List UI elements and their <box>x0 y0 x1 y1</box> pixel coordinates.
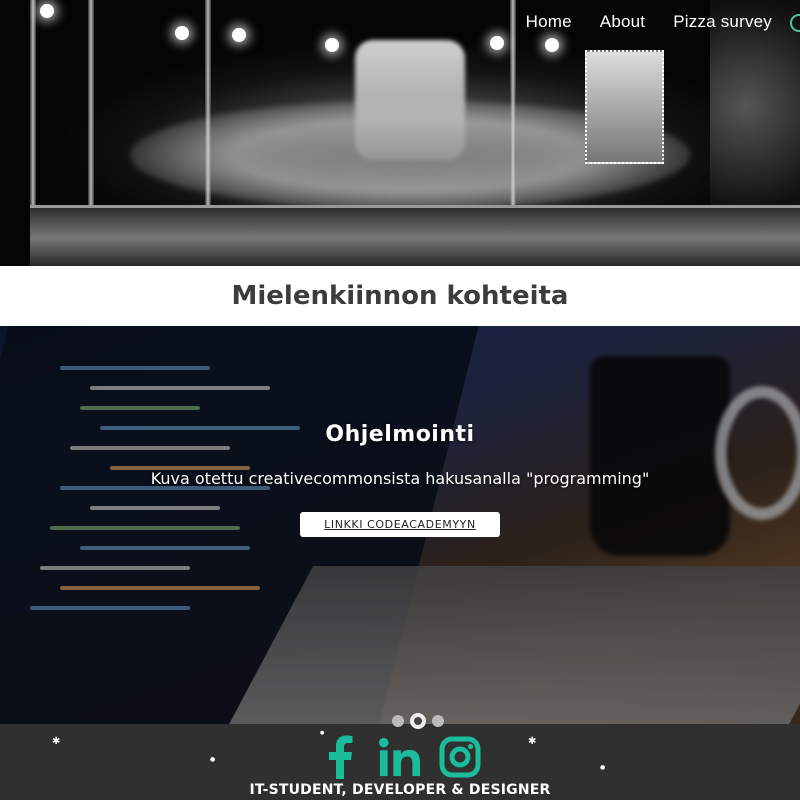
light-bulb <box>40 4 54 18</box>
social-links <box>0 735 800 779</box>
main-nav: Home About Pizza survey <box>526 12 800 32</box>
carousel-platform <box>30 205 800 266</box>
light-bulb <box>325 38 339 52</box>
carousel-indicator[interactable] <box>392 715 404 727</box>
instagram-icon[interactable] <box>439 736 481 778</box>
carousel-indicators <box>392 713 444 729</box>
light-bulb <box>490 36 504 50</box>
facebook-icon[interactable] <box>319 735 361 779</box>
section-header: Mielenkiinnon kohteita <box>0 266 800 326</box>
section-title: Mielenkiinnon kohteita <box>231 281 569 311</box>
light-bulb <box>545 38 559 52</box>
footer-tagline: IT-STUDENT, DEVELOPER & DESIGNER <box>249 782 551 798</box>
nav-home[interactable]: Home <box>526 12 572 32</box>
codeacademy-link-button[interactable]: LINKKI CODEACADEMYYN <box>300 512 500 537</box>
linkedin-icon[interactable] <box>379 736 421 778</box>
carousel-indicator[interactable] <box>432 715 444 727</box>
circle-icon[interactable] <box>790 14 800 32</box>
nav-about[interactable]: About <box>600 12 645 32</box>
lit-booth <box>585 50 664 164</box>
carousel-caption: Ohjelmointi Kuva otettu creativecommonsi… <box>0 422 800 537</box>
carousel-indicator-active[interactable] <box>410 713 426 729</box>
hero-carousel-image <box>0 0 800 266</box>
light-bulb <box>232 28 246 42</box>
nav-pizza-survey[interactable]: Pizza survey <box>673 12 772 32</box>
slide-heading: Ohjelmointi <box>325 422 475 447</box>
slide-text: Kuva otettu creativecommonsista hakusana… <box>150 469 650 488</box>
footer: ✱ ✱ ● ● ● IT-STUDENT, DEVELOPER & DESIGN… <box>0 724 800 800</box>
light-bulb <box>175 26 189 40</box>
center-light <box>355 40 465 160</box>
